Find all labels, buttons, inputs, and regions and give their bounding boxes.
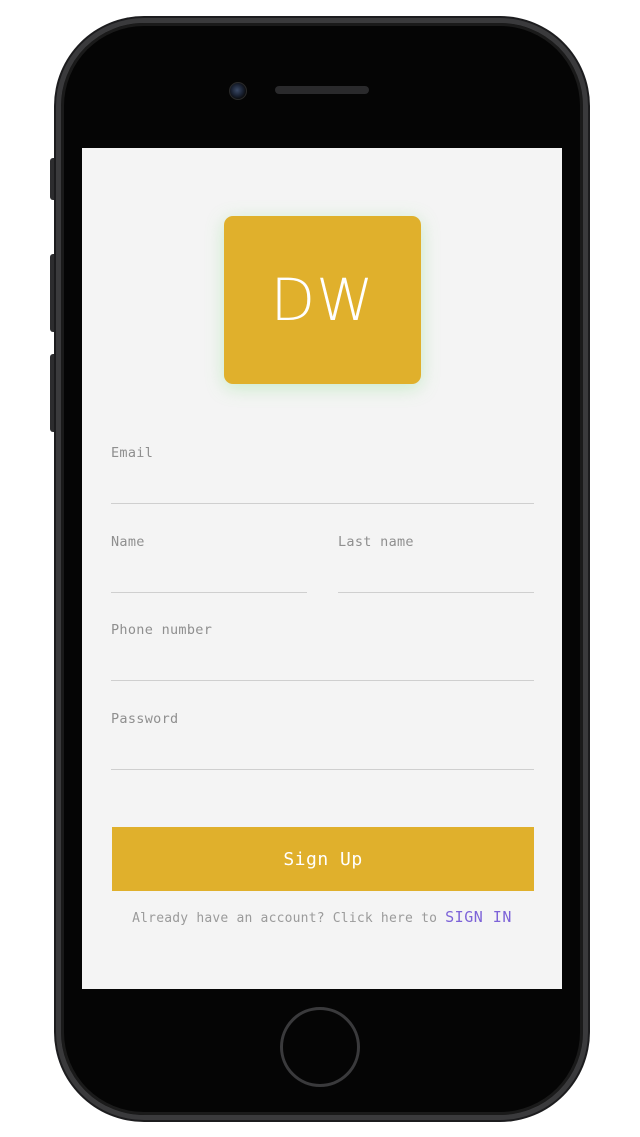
- email-input[interactable]: [111, 467, 534, 504]
- phone-label: Phone number: [111, 622, 213, 638]
- password-label: Password: [111, 711, 179, 727]
- last-name-field: Last name: [338, 534, 534, 596]
- home-button[interactable]: [280, 1007, 360, 1087]
- signup-screen: DW Email Name Last name Phone number Pas…: [82, 148, 562, 989]
- name-input[interactable]: [111, 556, 307, 593]
- password-field: Password: [111, 711, 534, 773]
- device-mockup: DW Email Name Last name Phone number Pas…: [0, 0, 640, 1137]
- sign-in-prompt-text: Already have an account? Click here to: [132, 911, 438, 926]
- sign-in-link[interactable]: SIGN IN: [445, 908, 512, 926]
- last-name-label: Last name: [338, 534, 414, 550]
- name-label: Name: [111, 534, 145, 550]
- sign-up-button[interactable]: Sign Up: [112, 827, 534, 891]
- name-field: Name: [111, 534, 307, 596]
- logo-text: DW: [270, 266, 375, 334]
- phone-input[interactable]: [111, 644, 534, 681]
- sign-in-prompt-row: Already have an account? Click here to S…: [82, 908, 562, 926]
- app-logo: DW: [224, 216, 421, 384]
- password-input[interactable]: [111, 733, 534, 770]
- email-label: Email: [111, 445, 154, 461]
- front-camera-icon: [229, 82, 247, 100]
- earpiece-speaker: [275, 86, 369, 94]
- last-name-input[interactable]: [338, 556, 534, 593]
- email-field: Email: [111, 445, 534, 507]
- phone-field: Phone number: [111, 622, 534, 684]
